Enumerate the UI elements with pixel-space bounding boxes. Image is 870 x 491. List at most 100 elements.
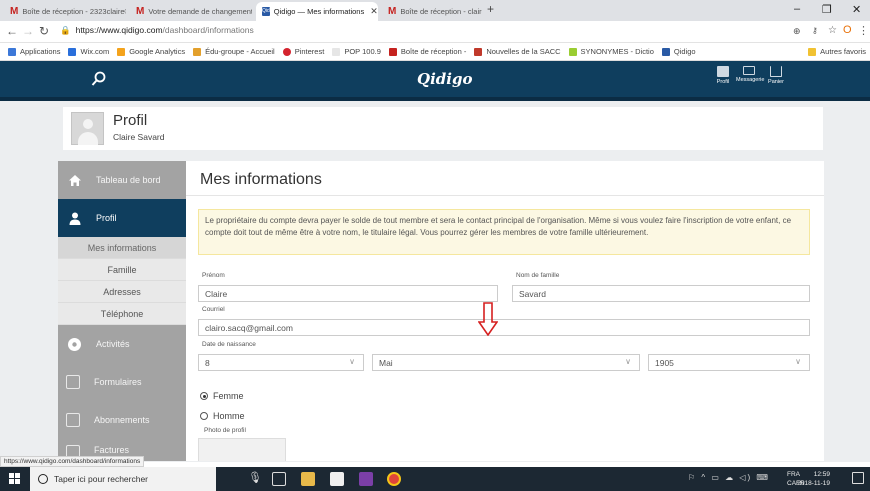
maximize-button[interactable]: ❐ bbox=[822, 3, 832, 16]
sidebar-subitem-family[interactable]: Famille bbox=[58, 259, 186, 281]
sidebar-item-forms[interactable]: Formulaires bbox=[58, 363, 186, 401]
close-tab-icon[interactable]: ✕ bbox=[364, 6, 378, 17]
owner-notice: Le propriétaire du compte devra payer le… bbox=[198, 209, 810, 255]
new-tab-button[interactable]: + bbox=[487, 2, 494, 16]
close-window-button[interactable]: ✕ bbox=[852, 3, 861, 16]
search-icon[interactable] bbox=[91, 71, 107, 87]
qidigo-icon bbox=[661, 47, 670, 56]
cart-icon bbox=[770, 66, 782, 77]
back-icon[interactable]: ← bbox=[6, 24, 18, 38]
minimize-button[interactable]: – bbox=[794, 3, 800, 15]
bookmark-google-analytics[interactable]: Google Analytics bbox=[117, 47, 185, 56]
bookmark-other-favorites[interactable]: Autres favoris bbox=[808, 47, 866, 56]
bookmark-edu-groupe[interactable]: Édu-groupe - Accueil bbox=[193, 47, 275, 56]
birth-month-select[interactable]: Mai ∨ bbox=[372, 354, 640, 371]
windows-start-icon[interactable] bbox=[9, 473, 21, 485]
email-field[interactable]: clairo.sacq@gmail.com bbox=[198, 319, 810, 336]
divider bbox=[186, 195, 824, 196]
header-profile-button[interactable]: Profil bbox=[710, 66, 736, 85]
taskbar-search-input[interactable]: Taper ici pour rechercher bbox=[30, 467, 216, 491]
bookmark-qidigo[interactable]: Qidigo bbox=[661, 47, 696, 56]
bookmark-gmail[interactable]: Boîte de réception - bbox=[388, 47, 466, 56]
bookmark-pop[interactable]: POP 100.9 bbox=[332, 47, 381, 56]
bookmarks-bar: Applications Wix.com Google Analytics Éd… bbox=[0, 43, 870, 61]
gender-male-radio[interactable]: Homme bbox=[200, 411, 245, 421]
sidebar-subitem-my-information[interactable]: Mes informations bbox=[58, 237, 186, 259]
browser-tab-strip: M Boîte de réception - 2323claire© ✕ M V… bbox=[0, 0, 870, 21]
system-tray-icons[interactable]: ⚐ ^ ▭ ☁ ◁) ⌨ bbox=[688, 473, 770, 482]
sidebar-subitem-addresses[interactable]: Adresses bbox=[58, 281, 186, 303]
qidigo-logo[interactable]: Qidigo bbox=[417, 70, 472, 88]
forward-icon[interactable]: → bbox=[22, 24, 34, 38]
chevron-down-icon: ∨ bbox=[795, 357, 801, 366]
header-messages-button[interactable]: Messagerie bbox=[736, 66, 764, 83]
sidebar-item-profile[interactable]: Profil bbox=[58, 199, 186, 237]
location-icon[interactable]: ⊕ bbox=[793, 26, 801, 37]
windows-taskbar: Taper ici pour rechercher 🎙 ⚐ ^ ▭ ☁ ◁) ⌨… bbox=[0, 467, 870, 491]
gmail-icon: M bbox=[10, 6, 19, 17]
onenote-icon[interactable] bbox=[359, 472, 373, 486]
star-icon[interactable]: ☆ bbox=[828, 25, 837, 36]
file-explorer-icon[interactable] bbox=[301, 472, 315, 486]
user-icon bbox=[69, 212, 81, 225]
last-name-field[interactable]: Savard bbox=[512, 285, 810, 302]
bookmark-synonymes[interactable]: SYNONYMES - Dictio bbox=[568, 47, 654, 56]
tab-gmail-inbox-2[interactable]: M Boîte de réception - clairo.savard ✕ bbox=[382, 2, 482, 21]
sidebar-item-subscriptions[interactable]: Abonnements bbox=[58, 401, 186, 439]
folder-icon bbox=[808, 47, 817, 56]
avatar bbox=[71, 112, 104, 145]
microphone-icon[interactable]: 🎙 bbox=[248, 471, 262, 485]
qidigo-icon: Qid bbox=[262, 7, 270, 16]
dictionary-icon bbox=[568, 47, 577, 56]
chrome-icon[interactable] bbox=[387, 472, 401, 486]
task-view-icon[interactable] bbox=[272, 472, 286, 486]
sidebar-item-dashboard[interactable]: Tableau de bord bbox=[58, 161, 186, 199]
annotation-arrow-icon bbox=[478, 302, 498, 336]
radio-unselected-icon bbox=[200, 412, 208, 420]
opera-extension-icon[interactable]: O bbox=[843, 24, 852, 36]
menu-icon[interactable]: ⋮ bbox=[858, 24, 869, 37]
profile-header-card: Profil Claire Savard bbox=[63, 107, 823, 150]
profile-photo-label: Photo de profil bbox=[204, 427, 246, 434]
activities-icon bbox=[68, 337, 81, 351]
sidebar-subitem-phone[interactable]: Téléphone bbox=[58, 303, 186, 325]
bookmark-pinterest[interactable]: Pinterest bbox=[282, 47, 324, 56]
first-name-field[interactable]: Claire bbox=[198, 285, 498, 302]
notification-icon[interactable] bbox=[852, 472, 864, 484]
profile-icon bbox=[717, 66, 729, 77]
radio-selected-icon bbox=[200, 392, 208, 400]
tab-qidigo[interactable]: Qid Qidigo — Mes informations ✕ bbox=[256, 2, 378, 21]
store-icon[interactable] bbox=[330, 472, 344, 486]
sidebar: Tableau de bord Profil Mes informations … bbox=[58, 161, 186, 461]
birth-day-select[interactable]: 8 ∨ bbox=[198, 354, 364, 371]
clock[interactable]: 12:59 2018-11-19 bbox=[797, 470, 830, 488]
tab-gmail-inbox-1[interactable]: M Boîte de réception - 2323claire© ✕ bbox=[4, 2, 126, 21]
birth-year-select[interactable]: 1905 ∨ bbox=[648, 354, 810, 371]
profile-name: Claire Savard bbox=[113, 132, 165, 142]
subscription-icon bbox=[66, 413, 80, 427]
bookmark-sacc[interactable]: Nouvelles de la SACC bbox=[474, 47, 561, 56]
birth-date-label: Date de naissance bbox=[202, 341, 256, 348]
main-panel: Mes informations Le propriétaire du comp… bbox=[186, 161, 824, 461]
gender-female-radio[interactable]: Femme bbox=[200, 391, 244, 401]
header-cart-button[interactable]: Panier bbox=[763, 66, 789, 85]
edu-groupe-icon bbox=[193, 47, 202, 56]
key-icon[interactable]: ⚷ bbox=[812, 26, 818, 35]
gmail-icon: M bbox=[388, 6, 397, 17]
bookmark-applications[interactable]: Applications bbox=[8, 47, 60, 56]
sacc-icon bbox=[474, 47, 483, 56]
tab-gmail-change-request[interactable]: M Votre demande de changement ✕ bbox=[130, 2, 252, 21]
last-name-label: Nom de famille bbox=[516, 272, 560, 279]
apps-icon bbox=[8, 47, 16, 56]
sidebar-item-activities[interactable]: Activités bbox=[58, 325, 186, 363]
section-title: Mes informations bbox=[200, 171, 322, 188]
url-field[interactable]: 🔒 https://www.qidigo.com/dashboard/inform… bbox=[60, 25, 254, 36]
email-label: Courriel bbox=[202, 306, 225, 313]
reload-icon[interactable]: ↻ bbox=[39, 24, 49, 38]
cortana-icon bbox=[38, 474, 48, 484]
first-name-label: Prénom bbox=[202, 272, 225, 279]
url-path: /dashboard/informations bbox=[162, 25, 254, 35]
form-icon bbox=[66, 375, 80, 389]
profile-photo-upload[interactable] bbox=[198, 438, 286, 461]
bookmark-wix[interactable]: Wix.com bbox=[68, 47, 109, 56]
